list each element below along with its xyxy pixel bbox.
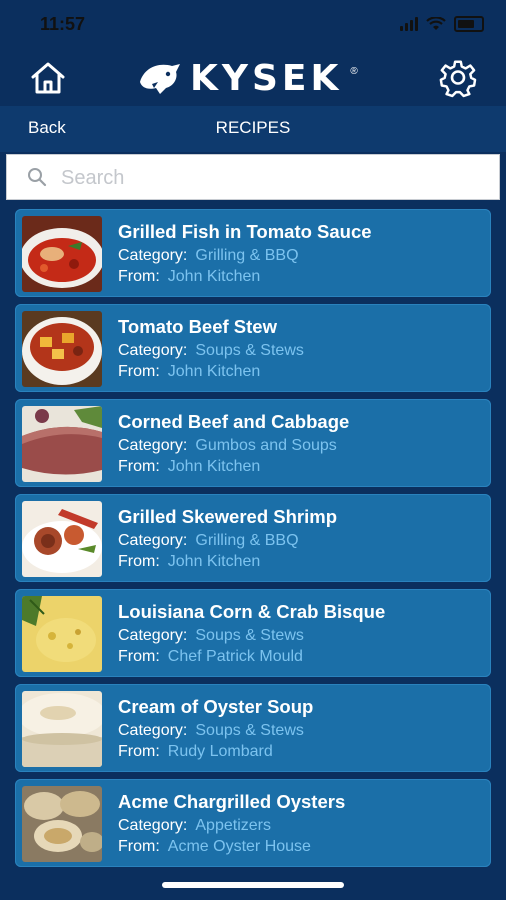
cellular-signal-icon	[400, 17, 418, 31]
from-label: From:	[118, 458, 160, 475]
category-value: Grilling & BBQ	[195, 532, 299, 549]
recipe-thumbnail	[22, 216, 102, 292]
recipe-card[interactable]: Tomato Beef Stew Category: Soups & Stews …	[15, 304, 491, 392]
recipe-source: From: Chef Patrick Mould	[118, 648, 303, 666]
category-label: Category:	[118, 722, 188, 739]
from-value: John Kitchen	[167, 363, 261, 380]
recipe-title: Tomato Beef Stew	[118, 316, 277, 337]
recipe-thumbnail	[22, 691, 102, 767]
wifi-icon	[426, 17, 446, 30]
category-label: Category:	[118, 627, 188, 644]
recipe-source: From: Acme Oyster House	[118, 838, 311, 856]
category-value: Grilling & BBQ	[195, 247, 299, 264]
recipe-card[interactable]: Grilled Fish in Tomato Sauce Category: Gr…	[15, 209, 491, 297]
recipe-source: From: John Kitchen	[118, 268, 260, 286]
from-value: Chef Patrick Mould	[167, 648, 303, 665]
kysek-logo: KYSEK ®	[138, 57, 358, 99]
recipe-thumbnail	[22, 406, 102, 482]
from-label: From:	[118, 743, 160, 760]
category-label: Category:	[118, 532, 188, 549]
from-label: From:	[118, 553, 160, 570]
recipe-source: From: John Kitchen	[118, 458, 260, 476]
recipe-card[interactable]: Grilled Skewered Shrimp Category: Grillin…	[15, 494, 491, 582]
recipe-card[interactable]: Louisiana Corn & Crab Bisque Category: So…	[15, 589, 491, 677]
home-indicator[interactable]	[162, 882, 344, 888]
panther-logo-icon	[140, 64, 180, 94]
from-label: From:	[118, 838, 160, 855]
home-icon	[31, 62, 65, 94]
search-icon	[28, 168, 47, 187]
recipe-source: From: John Kitchen	[118, 553, 260, 571]
from-label: From:	[118, 268, 160, 285]
category-value: Appetizers	[195, 817, 271, 834]
nav-bar: RECIPES Back	[0, 106, 506, 152]
category-label: Category:	[118, 817, 188, 834]
recipe-category: Category: Grilling & BBQ	[118, 532, 299, 550]
from-value: John Kitchen	[167, 458, 261, 475]
recipe-thumbnail	[22, 596, 102, 672]
registered-mark: ®	[350, 65, 358, 77]
recipe-title: Cream of Oyster Soup	[118, 696, 314, 717]
recipe-thumbnail	[22, 311, 102, 387]
recipe-thumbnail	[22, 501, 102, 577]
from-value: John Kitchen	[167, 553, 261, 570]
recipe-title: Grilled Skewered Shrimp	[118, 506, 337, 527]
recipe-category: Category: Soups & Stews	[118, 627, 304, 645]
recipe-card[interactable]: Corned Beef and Cabbage Category: Gumbos …	[15, 399, 491, 487]
from-value: Acme Oyster House	[167, 838, 311, 855]
category-value: Gumbos and Soups	[195, 437, 337, 454]
gear-icon	[439, 60, 477, 98]
page-title: RECIPES	[215, 118, 291, 137]
settings-button[interactable]	[438, 58, 478, 98]
recipe-category: Category: Soups & Stews	[118, 722, 304, 740]
status-icons	[400, 16, 484, 32]
recipe-category: Category: Soups & Stews	[118, 342, 304, 360]
recipe-title: Corned Beef and Cabbage	[118, 411, 350, 432]
battery-icon	[454, 16, 484, 32]
search-bar	[6, 154, 500, 200]
recipe-card[interactable]: Acme Chargrilled Oysters Category: Appeti…	[15, 779, 491, 867]
from-label: From:	[118, 648, 160, 665]
recipe-category: Category: Gumbos and Soups	[118, 437, 337, 455]
category-label: Category:	[118, 342, 188, 359]
status-time: 11:57	[40, 14, 86, 34]
status-bar: 11:57	[0, 0, 506, 48]
home-button[interactable]	[28, 58, 68, 98]
category-label: Category:	[118, 437, 188, 454]
recipe-thumbnail	[22, 786, 102, 862]
from-label: From:	[118, 363, 160, 380]
from-value: John Kitchen	[167, 268, 261, 285]
recipe-category: Category: Grilling & BBQ	[118, 247, 299, 265]
back-button[interactable]: Back	[28, 118, 66, 138]
category-value: Soups & Stews	[195, 627, 304, 644]
logo-text: KYSEK	[190, 57, 343, 99]
recipe-title: Louisiana Corn & Crab Bisque	[118, 601, 386, 622]
recipe-title: Grilled Fish in Tomato Sauce	[118, 221, 372, 242]
top-bar: KYSEK ®	[0, 48, 506, 106]
recipe-source: From: Rudy Lombard	[118, 743, 273, 761]
recipe-source: From: John Kitchen	[118, 363, 260, 381]
from-value: Rudy Lombard	[167, 743, 273, 760]
recipe-title: Acme Chargrilled Oysters	[118, 791, 346, 812]
search-input[interactable]	[59, 161, 483, 195]
category-value: Soups & Stews	[195, 722, 304, 739]
recipe-list: Grilled Fish in Tomato Sauce Category: Gr…	[15, 209, 491, 874]
recipe-category: Category: Appetizers	[118, 817, 271, 835]
category-value: Soups & Stews	[195, 342, 304, 359]
recipe-card[interactable]: Cream of Oyster Soup Category: Soups & St…	[15, 684, 491, 772]
category-label: Category:	[118, 247, 188, 264]
